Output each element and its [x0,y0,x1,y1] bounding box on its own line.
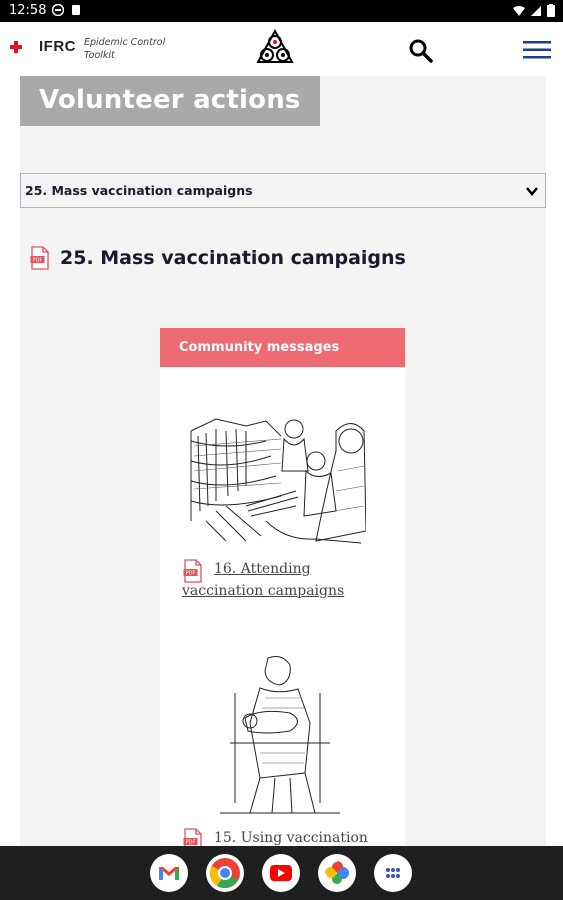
page-title: Volunteer actions [39,85,301,115]
search-icon[interactable] [408,38,434,64]
main-content: Volunteer actions 25. Mass vaccination c… [20,76,546,846]
doc-link-using-vaccination[interactable]: 15. Using vaccination [182,827,382,846]
mother-baby-illustration [220,656,340,814]
signal-icon [531,5,541,16]
menu-icon[interactable] [523,40,551,60]
gmail-icon[interactable] [150,854,188,892]
battery-icon [547,4,555,17]
photos-icon[interactable] [318,854,356,892]
chevron-down-icon [526,187,538,196]
status-time: 12:58 [9,3,47,18]
ifrc-logo[interactable]: IFRC [10,38,76,55]
toolkit-emblem-icon[interactable] [255,28,295,68]
chrome-icon[interactable] [206,854,244,892]
wifi-icon [513,5,525,16]
section-heading: 25. Mass vaccination campaigns [60,247,406,269]
vaccination-campaign-illustration [190,418,366,544]
logo-text: IFRC [39,38,76,55]
gmail-glyph [159,867,179,880]
bottom-dock [0,846,563,900]
apps-glyph [386,868,400,878]
card-header-text: Community messages [179,340,340,355]
dnd-icon [52,4,64,16]
red-cross-crescent-icon [10,40,32,53]
youtube-glyph [270,865,292,881]
action-select-value: 25. Mass vaccination campaigns [25,183,253,198]
section-heading-row[interactable]: PDF 25. Mass vaccination campaigns [30,243,406,273]
youtube-icon[interactable] [262,854,300,892]
apps-icon[interactable] [374,854,412,892]
photos-glyph [325,861,349,884]
clipboard-icon [72,5,80,15]
card-header: Community messages [160,328,405,367]
action-select[interactable]: 25. Mass vaccination campaigns [20,173,546,208]
chrome-glyph [210,858,240,889]
community-messages-card: Community messages PDF 16. Attending vac… [160,328,405,846]
svg-text:PDF: PDF [33,258,43,264]
pdf-icon: PDF [30,246,49,270]
page-title-box: Volunteer actions [20,76,320,126]
status-bar: 12:58 [0,0,563,22]
app-bar: IFRC Epidemic Control Toolkit [0,22,563,76]
doc-link-attending-vaccination[interactable]: 16. Attending vaccination campaigns [182,558,362,602]
status-icons [513,4,555,17]
toolkit-name: Epidemic Control Toolkit [84,37,166,61]
